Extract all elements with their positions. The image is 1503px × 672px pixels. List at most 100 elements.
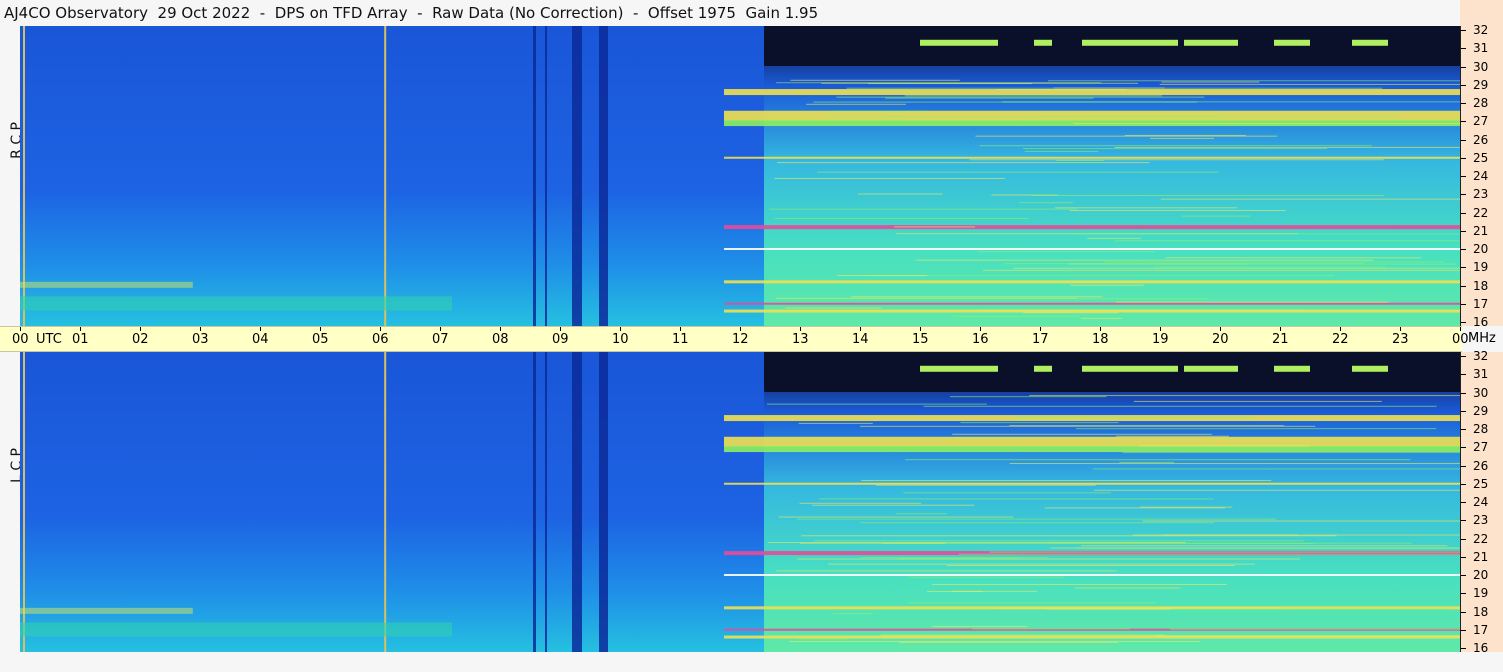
- noise-line: [861, 479, 1272, 481]
- rcp-spectrogram[interactable]: [20, 26, 1460, 326]
- freq-tick-mark: [1461, 322, 1466, 323]
- time-tick-mark: [1280, 327, 1281, 331]
- lcp-spectrogram[interactable]: [20, 352, 1460, 652]
- freq-tick-mark: [1461, 593, 1466, 595]
- freq-tick-label: 20: [1473, 568, 1489, 582]
- time-tick-mark: [1160, 327, 1161, 331]
- marker-line: [23, 352, 25, 652]
- noise-line: [831, 110, 927, 112]
- freq-tick-mark: [1461, 629, 1466, 631]
- noise-line: [1018, 202, 1074, 204]
- emission-band: [724, 482, 1460, 485]
- emission-band: [1184, 39, 1238, 46]
- noise-line: [1119, 461, 1174, 463]
- freq-tick-mark: [1461, 556, 1466, 558]
- noise-line: [1070, 284, 1144, 286]
- time-tick-mark: [1400, 327, 1401, 331]
- noise-line: [905, 459, 1411, 461]
- noise-line: [768, 208, 1078, 210]
- noise-line: [1156, 635, 1460, 637]
- freq-tick-mark: [1461, 502, 1466, 503]
- noise-line: [1076, 428, 1437, 430]
- noise-line: [907, 602, 1157, 604]
- time-tick-label: 13: [792, 332, 809, 347]
- time-tick-label: 03: [192, 332, 209, 347]
- freq-tick-label: 31: [1473, 367, 1489, 382]
- freq-tick-label: 29: [1473, 403, 1489, 418]
- time-tick-mark: [1040, 327, 1041, 331]
- noise-line: [931, 583, 1227, 585]
- noise-line: [1070, 233, 1460, 235]
- noise-line: [975, 135, 1278, 137]
- noise-line: [952, 433, 1212, 435]
- noise-line: [866, 275, 1335, 277]
- freq-tick-label: 24: [1473, 169, 1489, 183]
- noise-line: [799, 542, 946, 544]
- freq-tick-mark: [1461, 648, 1466, 649]
- freq-tick-mark: [1461, 84, 1466, 86]
- freq-tick-label: 24: [1473, 495, 1489, 509]
- emission-band: [724, 302, 1460, 305]
- noise-line: [1024, 150, 1099, 152]
- spectrogram-image: [20, 26, 1460, 326]
- noise-line: [1133, 400, 1382, 402]
- freq-tick-label: 19: [1473, 586, 1489, 601]
- noise-line: [1087, 237, 1141, 239]
- freq-tick-label: 17: [1473, 622, 1489, 637]
- noise-line: [812, 504, 975, 506]
- noise-line: [1009, 463, 1460, 465]
- freq-tick-label: 28: [1473, 96, 1489, 110]
- time-tick-label: 04: [252, 332, 269, 347]
- noise-line: [996, 89, 1127, 91]
- noise-line: [851, 296, 1103, 298]
- noise-line: [1153, 266, 1386, 268]
- time-tick-mark: [860, 327, 861, 331]
- freq-tick-label: 26: [1473, 458, 1489, 473]
- freq-tick-mark: [1461, 103, 1466, 104]
- noise-line: [778, 516, 1014, 518]
- emission-band: [724, 225, 1460, 230]
- noise-line: [972, 628, 1130, 630]
- noise-line: [799, 502, 922, 504]
- emission-band: [1184, 365, 1238, 372]
- freq-tick-label: 22: [1473, 205, 1489, 220]
- noise-line: [858, 193, 943, 195]
- noise-line: [978, 251, 1155, 253]
- emission-band: [1274, 365, 1310, 372]
- noise-line: [895, 513, 947, 515]
- time-tick-mark: [80, 327, 81, 331]
- freq-tick-label: 21: [1473, 223, 1489, 238]
- freq-tick-mark: [1461, 121, 1466, 123]
- noise-line: [813, 101, 1198, 103]
- time-tick-label: 23: [1392, 332, 1409, 347]
- time-tick-label: 21: [1272, 332, 1289, 347]
- noise-line: [789, 640, 1201, 642]
- time-axis: 00 01 02 03 04 05 06 07 08 09 10 11 12 13 14 15 16 17 18 19…: [0, 326, 1469, 352]
- dark-streak: [572, 26, 582, 326]
- lcp-label: L C P: [9, 448, 25, 483]
- freq-tick-label: 30: [1473, 59, 1489, 74]
- time-tick-mark: [560, 327, 561, 331]
- freq-tick-mark: [1461, 48, 1466, 50]
- freq-tick-label: 27: [1473, 114, 1489, 129]
- low-freq-band: [20, 622, 452, 637]
- noise-line: [1069, 209, 1286, 211]
- noise-line: [798, 422, 873, 424]
- freq-axis-bottom: 32 31 30 29 28 27 26 25 24 23 22 21 20 19 18 17 16: [1460, 350, 1503, 654]
- noise-line: [899, 641, 1118, 643]
- dark-streak: [533, 352, 536, 652]
- noise-line: [785, 307, 882, 309]
- freq-tick-mark: [1461, 575, 1466, 576]
- time-tick-mark: [680, 327, 681, 331]
- time-tick-label: 05: [312, 332, 329, 347]
- noise-line: [953, 315, 1080, 317]
- noise-line: [806, 103, 906, 105]
- time-unit-label: UTC: [36, 332, 62, 347]
- bottom-strip: [0, 652, 1503, 672]
- freq-tick-mark: [1461, 230, 1466, 232]
- time-tick-mark: [1220, 327, 1221, 331]
- freq-tick-label: 20: [1473, 242, 1489, 256]
- freq-tick-mark: [1461, 410, 1466, 412]
- noise-line: [1055, 207, 1238, 209]
- noise-line: [1114, 240, 1460, 242]
